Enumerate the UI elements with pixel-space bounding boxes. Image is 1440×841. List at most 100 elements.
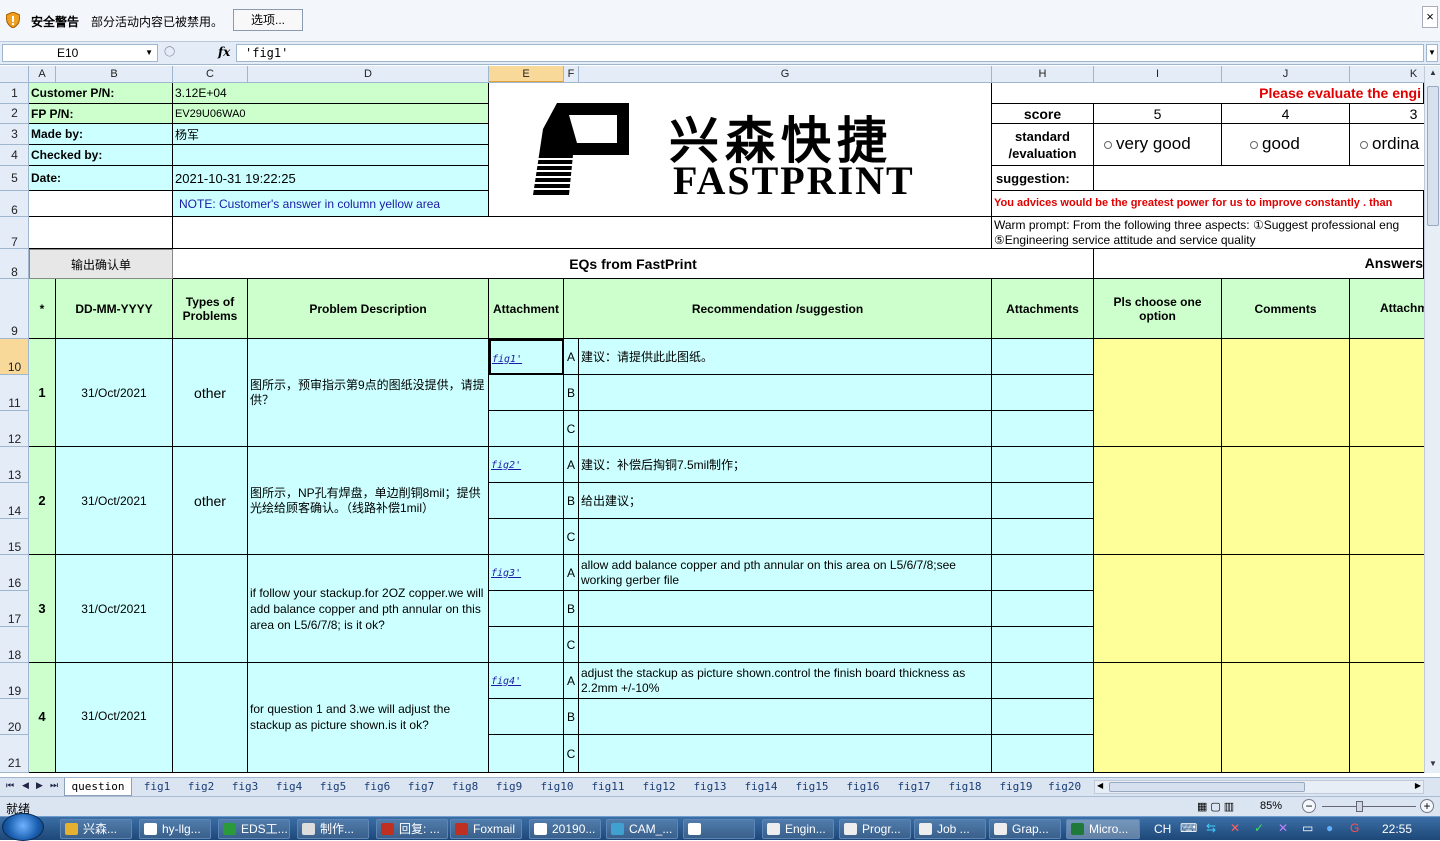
- zoom-slider-knob[interactable]: [1356, 801, 1363, 812]
- empty-cell[interactable]: [489, 699, 564, 735]
- radio-very-good[interactable]: [1104, 140, 1112, 149]
- row-header-21[interactable]: 21: [0, 735, 28, 773]
- eq-date[interactable]: 31/Oct/2021: [56, 339, 173, 447]
- empty-cell[interactable]: [489, 519, 564, 555]
- taskbar-item[interactable]: hy-llg...: [139, 819, 211, 839]
- option-text[interactable]: [579, 735, 992, 773]
- taskbar-item-active[interactable]: Micro...: [1066, 819, 1140, 839]
- attachment-link[interactable]: fig2': [491, 460, 521, 471]
- zoom-out-icon[interactable]: −: [1302, 799, 1316, 813]
- select-all-corner[interactable]: [0, 66, 29, 82]
- column-header-j[interactable]: J: [1222, 66, 1350, 82]
- empty-cell[interactable]: [489, 483, 564, 519]
- scroll-up-icon[interactable]: ▲: [1427, 68, 1439, 80]
- column-header-g[interactable]: G: [579, 66, 992, 82]
- empty-cell[interactable]: [29, 217, 173, 249]
- formula-input[interactable]: 'fig1': [236, 44, 1424, 62]
- row-header-1[interactable]: 1: [0, 83, 28, 104]
- empty-cell[interactable]: [489, 591, 564, 627]
- sheet-tab-fig8[interactable]: fig8: [446, 778, 484, 796]
- row-header-18[interactable]: 18: [0, 627, 28, 663]
- option-text[interactable]: 给出建议；: [579, 483, 992, 519]
- row-header-10[interactable]: 10: [0, 339, 28, 375]
- empty-cell[interactable]: [489, 375, 564, 411]
- row-header-5[interactable]: 5: [0, 166, 28, 191]
- clock[interactable]: 22:55: [1382, 822, 1412, 836]
- eq-attachment[interactable]: fig4': [489, 663, 564, 699]
- first-sheet-icon[interactable]: ⏮: [6, 780, 14, 791]
- column-header-h[interactable]: H: [992, 66, 1094, 82]
- eq-problem[interactable]: for question 1 and 3.we will adjust the …: [248, 663, 489, 773]
- shield-icon[interactable]: ●: [1326, 821, 1333, 835]
- sheet-tab-fig14[interactable]: fig14: [738, 778, 784, 796]
- sheet-tab-fig9[interactable]: fig9: [490, 778, 528, 796]
- sheet-tab-question[interactable]: question: [64, 778, 132, 796]
- insert-function-icon[interactable]: fx: [218, 45, 230, 59]
- column-header-b[interactable]: B: [56, 66, 173, 82]
- attachments-cell[interactable]: [992, 627, 1094, 663]
- options-button[interactable]: 选项...: [233, 9, 303, 31]
- taskbar-item[interactable]: Grap...: [989, 819, 1061, 839]
- attachments-cell[interactable]: [992, 519, 1094, 555]
- horizontal-scrollbar[interactable]: ◀ ▶: [1094, 780, 1424, 794]
- taskbar-item[interactable]: 回复: ...: [376, 819, 448, 839]
- sheet-tab-fig17[interactable]: fig17: [891, 778, 937, 796]
- sheet-tab-fig4[interactable]: fig4: [270, 778, 308, 796]
- display-icon[interactable]: ▭: [1302, 821, 1313, 835]
- taskbar-item[interactable]: CAM_...: [606, 819, 678, 839]
- attachments-cell[interactable]: [992, 483, 1094, 519]
- tray-app-icon[interactable]: ✕: [1278, 821, 1288, 835]
- answer-attachment-cell[interactable]: [1350, 339, 1424, 447]
- option-text[interactable]: [579, 627, 992, 663]
- empty-cell[interactable]: [489, 411, 564, 447]
- attachments-cell[interactable]: [992, 735, 1094, 773]
- attachments-cell[interactable]: [992, 375, 1094, 411]
- row-header-17[interactable]: 17: [0, 591, 28, 627]
- close-icon[interactable]: ×: [1422, 6, 1438, 28]
- row-header-6[interactable]: 6: [0, 191, 28, 217]
- answer-attachment-cell[interactable]: [1350, 555, 1424, 663]
- row-header-7[interactable]: 7: [0, 217, 28, 249]
- attachments-cell[interactable]: [992, 699, 1094, 735]
- row-header-2[interactable]: 2: [0, 104, 28, 124]
- zoom-slider-track[interactable]: [1322, 806, 1416, 807]
- option-text[interactable]: 建议：请提供此此图纸。: [579, 339, 992, 375]
- eq-type[interactable]: [173, 555, 248, 663]
- option-text[interactable]: allow add balance copper and pth annular…: [579, 555, 992, 591]
- row-header-3[interactable]: 3: [0, 124, 28, 145]
- attachments-cell[interactable]: [992, 411, 1094, 447]
- sheet-tab-fig6[interactable]: fig6: [358, 778, 396, 796]
- eq-date[interactable]: 31/Oct/2021: [56, 447, 173, 555]
- answer-choice-cell[interactable]: [1094, 663, 1222, 773]
- column-header-d[interactable]: D: [248, 66, 489, 82]
- taskbar-item[interactable]: Progr...: [839, 819, 911, 839]
- option-text[interactable]: [579, 519, 992, 555]
- column-header-c[interactable]: C: [173, 66, 248, 82]
- zoom-level[interactable]: 85%: [1260, 800, 1282, 812]
- sheet-tab-fig12[interactable]: fig12: [636, 778, 682, 796]
- tray-app-icon[interactable]: G: [1350, 821, 1359, 835]
- scroll-right-icon[interactable]: ▶: [1415, 781, 1421, 790]
- option-text[interactable]: [579, 591, 992, 627]
- sheet-tab-fig15[interactable]: fig15: [789, 778, 835, 796]
- eq-attachment[interactable]: fig2': [489, 447, 564, 483]
- attachments-cell[interactable]: [992, 591, 1094, 627]
- taskbar-item[interactable]: Job ...: [914, 819, 986, 839]
- eq-problem[interactable]: if follow your stackup.for 2OZ copper.we…: [248, 555, 489, 663]
- answer-comments-cell[interactable]: [1222, 663, 1350, 773]
- ordinary-option[interactable]: ordina: [1350, 124, 1424, 166]
- output-confirmation-button[interactable]: 输出确认单: [29, 249, 173, 279]
- taskbar-item[interactable]: Foxmail: [450, 819, 522, 839]
- empty-cell[interactable]: [173, 217, 992, 249]
- sheet-tab-fig18[interactable]: fig18: [942, 778, 988, 796]
- empty-cell[interactable]: [489, 735, 564, 773]
- attachment-link[interactable]: fig3': [491, 568, 521, 579]
- sheet-tab-fig11[interactable]: fig11: [585, 778, 631, 796]
- scroll-left-icon[interactable]: ◀: [1097, 781, 1103, 790]
- sheet-tab-fig20[interactable]: fig20: [1044, 778, 1090, 796]
- date-cell[interactable]: 2021-10-31 19:22:25: [173, 166, 489, 191]
- sheet-tab-fig5[interactable]: fig5: [314, 778, 352, 796]
- chevron-down-icon[interactable]: ▼: [145, 45, 153, 61]
- answer-attachment-cell[interactable]: [1350, 663, 1424, 773]
- very-good-option[interactable]: very good: [1094, 124, 1222, 166]
